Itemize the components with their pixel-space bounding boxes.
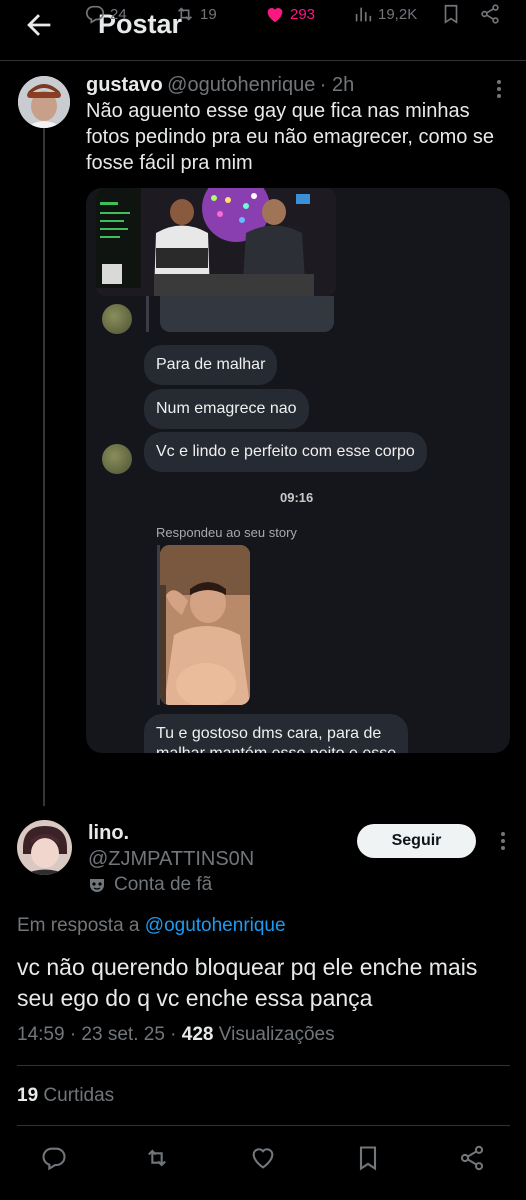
post-image[interactable]: Para de malhar Num emagrece nao Vc e lin… (86, 188, 510, 753)
reply-author-handle[interactable]: @ZJMPATTINS0N (88, 848, 254, 871)
bookmark-icon (444, 4, 458, 24)
chat-message: Num emagrece nao (144, 389, 309, 429)
repost-count: 19 (200, 5, 217, 23)
reply-icon (85, 5, 105, 24)
in-reply-handle-link[interactable]: @ogutohenrique (145, 915, 286, 936)
reply-quote-bar (146, 296, 149, 332)
reply-author-name[interactable]: lino. (88, 822, 129, 845)
back-arrow-icon[interactable] (22, 8, 56, 42)
post-text: Não aguento esse gay que fica nas minhas… (86, 100, 495, 174)
reply-icon[interactable] (40, 1144, 68, 1172)
reply-meta: 14:59 · 23 set. 25 · 428 Visualizações (17, 1024, 335, 1046)
repost-icon (177, 7, 193, 21)
reply-views-count: 428 (181, 1024, 214, 1045)
more-options-icon[interactable] (492, 830, 514, 852)
chat-message: Para de malhar (144, 345, 278, 385)
likes-count: 19 (17, 1085, 39, 1106)
post-author-line: gustavo @ogutohenrique · 2h (86, 74, 354, 97)
story-reply-preview (160, 296, 334, 332)
fan-account-label: Conta de fã (114, 874, 213, 895)
share-button[interactable] (479, 0, 501, 28)
fan-account-badge: Conta de fã (88, 874, 212, 896)
in-reply-prefix: Em resposta a (17, 915, 140, 936)
in-reply-to: Em resposta a @ogutohenrique (17, 915, 286, 937)
mask-icon (90, 879, 104, 892)
chat-message-line: malhar mantém esse peito e esse (156, 744, 396, 753)
views-button[interactable]: 19,2K (352, 0, 417, 28)
reply-views-label: Visualizações (218, 1024, 335, 1045)
sender-avatar (102, 304, 132, 334)
reply-action-bar (0, 1144, 526, 1174)
heart-filled-icon (267, 8, 283, 23)
avatar[interactable] (17, 820, 72, 875)
repost-icon[interactable] (143, 1144, 171, 1172)
heart-icon[interactable] (249, 1144, 277, 1172)
sender-avatar (102, 444, 132, 474)
repost-button[interactable]: 19 (174, 0, 217, 28)
divider (17, 1065, 510, 1066)
views-chart-icon (355, 7, 372, 22)
replied-to-story-label: Respondeu ao seu story (156, 525, 297, 540)
story-thumbnail-image (160, 545, 250, 705)
reply-button[interactable]: 24 (84, 0, 127, 28)
share-icon[interactable] (458, 1144, 486, 1172)
chat-message: Tu e gostoso dms cara, para de malhar ma… (144, 714, 409, 753)
author-handle[interactable]: @ogutohenrique (167, 74, 315, 96)
follow-button[interactable]: Seguir (357, 824, 476, 858)
post-age[interactable]: · 2h (320, 74, 354, 96)
header-divider (0, 60, 526, 61)
share-icon (481, 4, 499, 24)
bookmark-icon[interactable] (354, 1144, 382, 1172)
chat-timestamp: 09:16 (280, 490, 314, 505)
story-thumbnail-image (96, 188, 336, 296)
bookmark-button[interactable] (440, 0, 462, 28)
more-options-icon[interactable] (488, 78, 510, 100)
like-count: 293 (290, 5, 316, 23)
likes-label: Curtidas (43, 1085, 115, 1106)
views-count: 19,2K (378, 5, 418, 23)
chat-message: Vc e lindo e perfeito com esse corpo (144, 432, 427, 472)
like-button[interactable]: 293 (264, 0, 315, 28)
divider (17, 1125, 510, 1126)
reply-text: vc não querendo bloquear pq ele enche ma… (17, 954, 478, 1011)
reply-timestamp[interactable]: 14:59 · 23 set. 25 · (17, 1024, 177, 1045)
avatar[interactable] (18, 76, 70, 128)
chat-message-line: Tu e gostoso dms cara, para de (156, 725, 382, 742)
author-name[interactable]: gustavo (86, 74, 163, 96)
likes-summary[interactable]: 19 Curtidas (17, 1085, 114, 1107)
reply-count: 24 (110, 5, 127, 23)
thread-line (43, 128, 45, 806)
